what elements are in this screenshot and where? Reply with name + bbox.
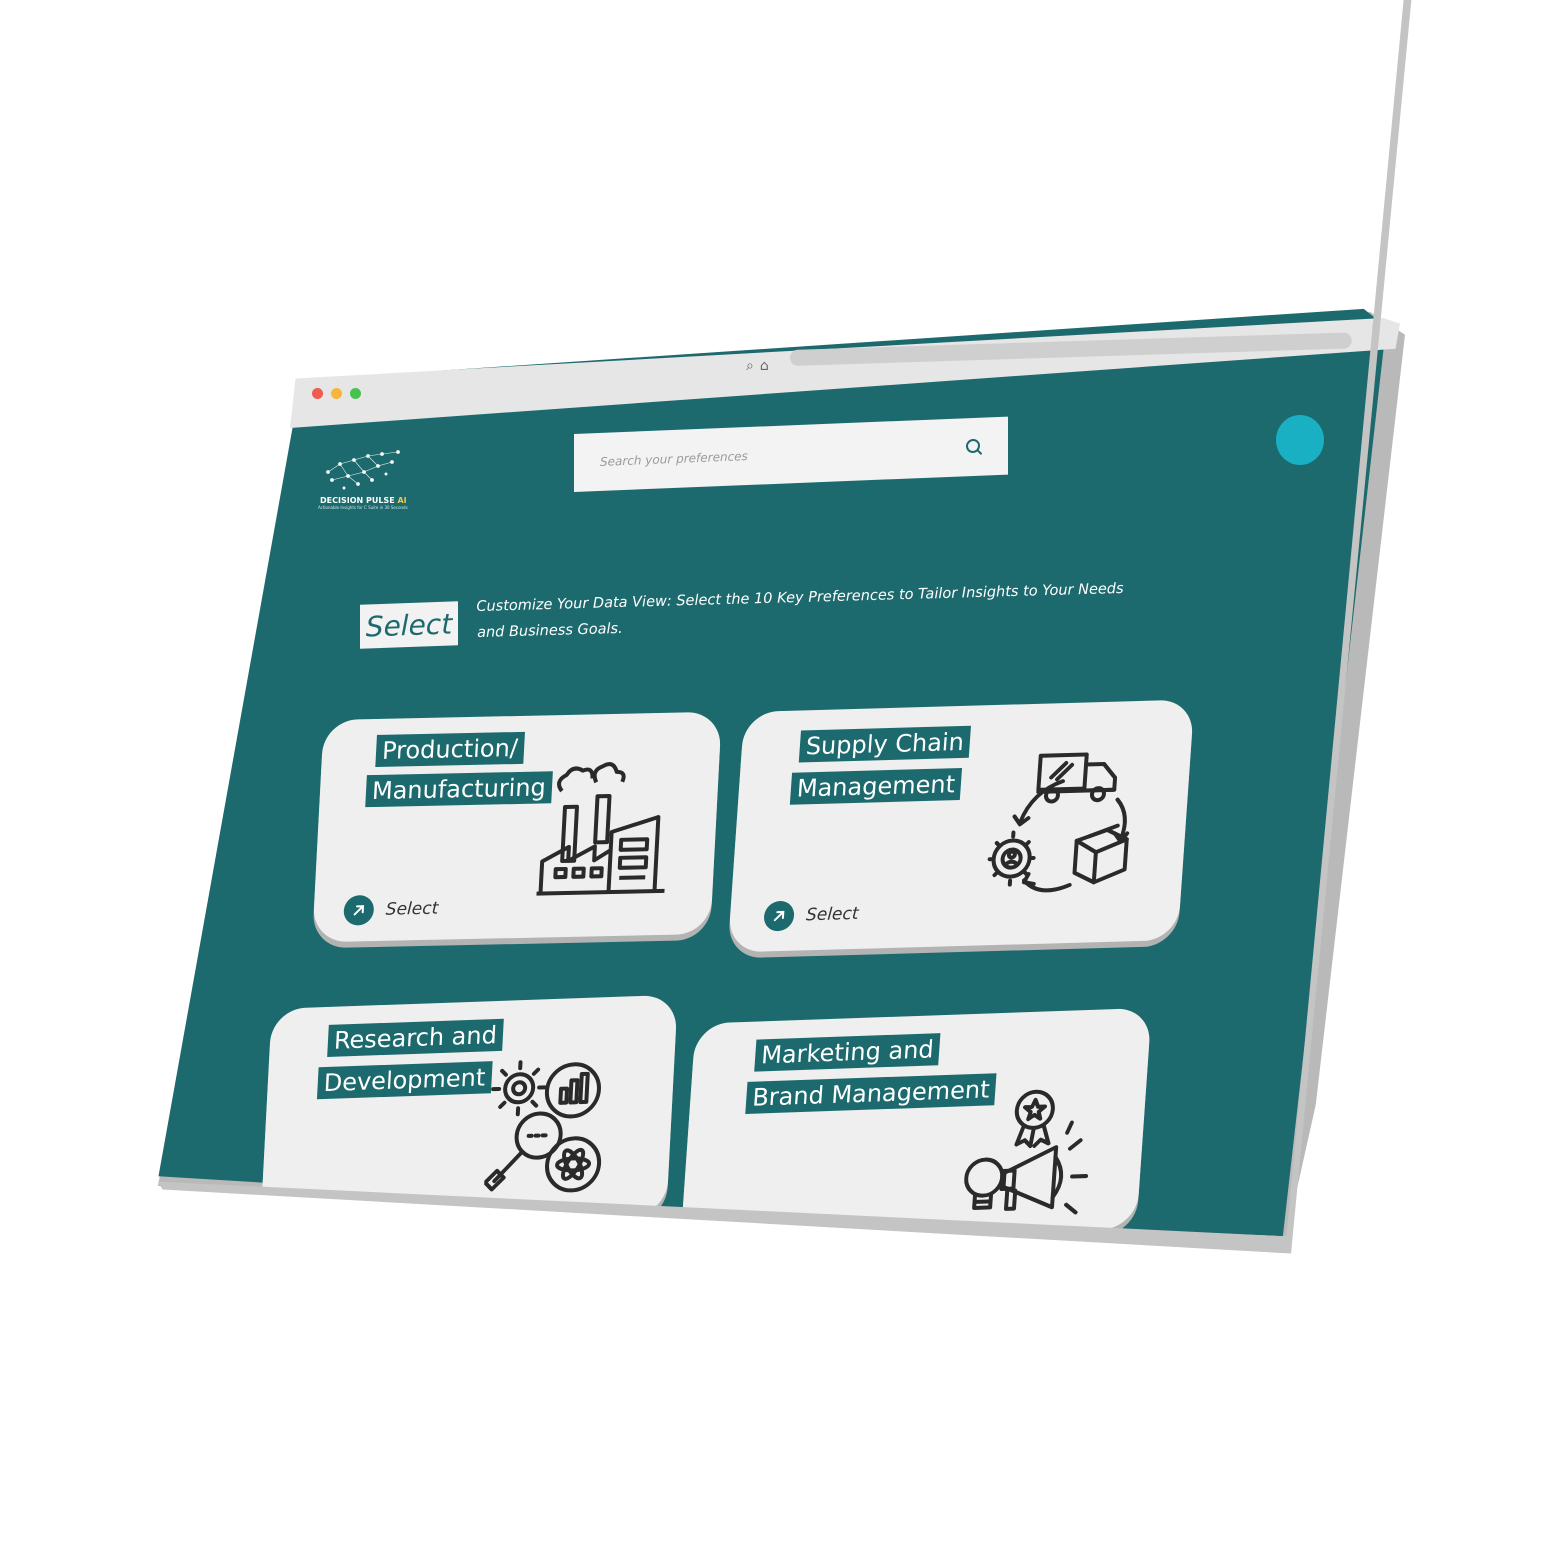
card-title-line1: Marketing and	[754, 1033, 941, 1072]
card-title-line1: Production/	[375, 731, 525, 767]
window-controls	[312, 388, 361, 399]
select-action[interactable]: Select	[763, 899, 860, 932]
select-label: Select	[385, 898, 439, 920]
kebab-menu-icon[interactable]: · · ·	[1371, 318, 1376, 348]
card-title-line2: Management	[789, 767, 963, 805]
address-bar-icons: ⌕ ⌂	[746, 358, 769, 374]
select-heading-badge: Select	[360, 601, 458, 649]
card-title-line1: Supply Chain	[798, 725, 971, 763]
brand-tagline: Actionable Insights for C Suite in 30 Se…	[318, 505, 408, 510]
search-input[interactable]	[598, 439, 964, 471]
maximize-window-button[interactable]	[350, 388, 361, 399]
arrow-up-right-icon	[763, 900, 796, 932]
arrow-up-right-icon	[292, 1193, 325, 1225]
marketing-megaphone-icon	[964, 1089, 1089, 1215]
user-avatar[interactable]	[1276, 415, 1324, 465]
brand-name-accent: AI	[397, 496, 407, 505]
brand-name: DECISION PULSE	[320, 496, 395, 505]
research-icon	[483, 1060, 602, 1193]
card-title-line2: Brand Management	[745, 1073, 997, 1114]
close-window-button[interactable]	[312, 388, 323, 399]
preference-card-research[interactable]: Research and Development	[260, 994, 678, 1230]
home-icon[interactable]: ⌂	[760, 358, 769, 374]
network-map-icon	[326, 450, 400, 490]
search-icon[interactable]	[964, 437, 984, 458]
card-title-line2: Manufacturing	[365, 771, 553, 808]
search-icon[interactable]: ⌕	[746, 358, 754, 374]
select-label: Select	[805, 903, 860, 926]
select-action[interactable]: Select	[343, 894, 439, 926]
preference-card-marketing[interactable]: Marketing and Brand Management	[680, 1007, 1152, 1245]
factory-icon	[536, 762, 665, 896]
supply-chain-cycle-icon	[987, 752, 1130, 893]
brand-logo[interactable]: DECISION PULSE AI Actionable Insights fo…	[318, 448, 428, 510]
arrow-up-right-icon	[343, 894, 375, 926]
arrow-up-right-icon	[716, 1211, 749, 1243]
card-title-line2: Development	[316, 1061, 493, 1100]
select-action[interactable]	[292, 1193, 336, 1225]
select-action[interactable]	[716, 1211, 760, 1243]
minimize-window-button[interactable]	[331, 388, 342, 399]
card-title-line1: Research and	[327, 1018, 504, 1057]
preference-card-production[interactable]: Production/ Manufacturing Select	[312, 711, 722, 943]
preference-card-supply-chain[interactable]: Supply Chain Management Select	[727, 699, 1195, 953]
